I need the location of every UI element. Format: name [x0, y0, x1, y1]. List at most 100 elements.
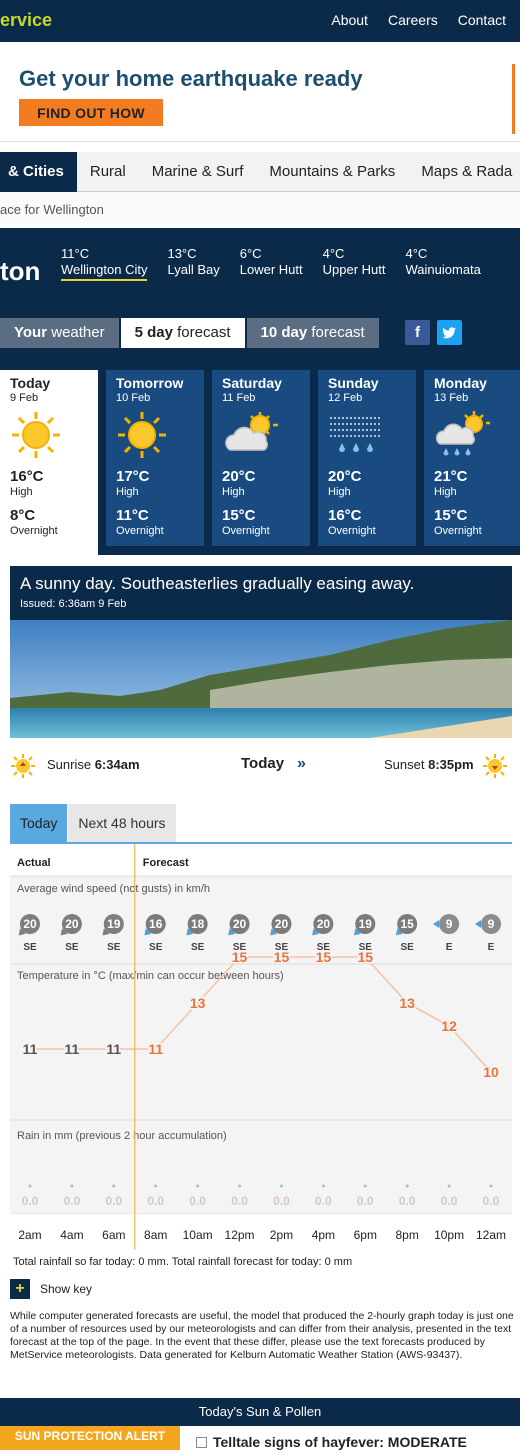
location-photo: [10, 620, 512, 738]
location-wellington-city[interactable]: 11°C Wellington City: [61, 246, 148, 281]
summary-headline: A sunny day. Southeasterlies gradually e…: [20, 574, 415, 593]
sunset-time: 8:35pm: [428, 757, 474, 772]
day-high-label: High: [222, 486, 245, 498]
forecast-label: Forecast: [143, 857, 189, 869]
sun-icon: [12, 412, 60, 458]
day-date: 11 Feb: [222, 392, 256, 404]
sun-times-row: Sunrise 6:34am Today » Sunset 8:35pm: [10, 750, 512, 780]
actual-label: Actual: [17, 857, 51, 869]
location-lyall-bay[interactable]: 13°C Lyall Bay: [167, 246, 219, 281]
sun-protection-alert: SUN PROTECTION ALERT: [0, 1426, 180, 1450]
facebook-share-icon[interactable]: f: [405, 320, 430, 345]
temperature-point-label: 10: [483, 1064, 499, 1080]
location-temp: 4°C: [405, 246, 428, 261]
rain-value-label: 0.0: [231, 1194, 248, 1208]
wind-direction-label: E: [446, 942, 453, 953]
temperature-point-label: 11: [106, 1041, 121, 1057]
wind-direction-label: SE: [191, 942, 205, 953]
location-upper-hutt[interactable]: 4°C Upper Hutt: [323, 246, 386, 281]
tab-maps-radar[interactable]: Maps & Rada: [408, 152, 520, 192]
five-day-strip: Today 9 Feb 16°C High 8°C Overnight Tomo…: [0, 348, 520, 555]
rain-dot: [112, 1184, 116, 1188]
rain-value-label: 0.0: [399, 1194, 416, 1208]
x-tick-label: 10am: [183, 1228, 213, 1242]
brand-logo[interactable]: ervice: [0, 10, 52, 31]
location-temp: 6°C: [239, 246, 262, 261]
day-low-label: Overnight: [222, 525, 270, 537]
sun-pollen-header: Today's Sun & Pollen: [0, 1398, 520, 1426]
rainfall-summary: Total rainfall so far today: 0 mm. Total…: [13, 1256, 353, 1268]
rain-dot: [447, 1184, 451, 1188]
day-card-today[interactable]: Today 9 Feb 16°C High 8°C Overnight: [0, 370, 98, 555]
show-key-button[interactable]: + Show key: [10, 1278, 92, 1300]
wind-marker: 20: [60, 914, 82, 936]
day-high: 17°C: [116, 468, 150, 485]
hourly-chart-svg: Actual Forecast Average wind speed (not gu…: [10, 844, 512, 1250]
day-low-label: Overnight: [434, 525, 482, 537]
rain-dot: [154, 1184, 158, 1188]
tab-your-weather[interactable]: Your weather: [0, 318, 119, 348]
hourly-chart: Actual Forecast Average wind speed (not gu…: [10, 842, 512, 1250]
wind-speed-label: 20: [317, 917, 331, 931]
tab-label: weather: [47, 324, 105, 341]
day-card-saturday[interactable]: Saturday 11 Feb 20°C High 15°C Overnight: [212, 370, 310, 546]
tab-next-48-hours[interactable]: Next 48 hours: [68, 804, 176, 842]
wind-speed-label: 9: [446, 917, 453, 931]
rain-value-label: 0.0: [357, 1194, 374, 1208]
disclaimer-text: While computer generated forecasts are u…: [10, 1310, 514, 1361]
nav-contact-link[interactable]: Contact: [458, 12, 506, 28]
tab-rural[interactable]: Rural: [77, 152, 139, 192]
x-tick-label: 8pm: [396, 1228, 419, 1242]
day-low-label: Overnight: [10, 525, 58, 537]
tab-today[interactable]: Today: [10, 804, 68, 842]
location-wainuiomata[interactable]: 4°C Wainuiomata: [406, 246, 481, 281]
rain-dot: [28, 1184, 32, 1188]
wind-speed-label: 9: [488, 917, 495, 931]
day-card-sunday[interactable]: Sunday 12 Feb 20°C High 16°C Overnight: [318, 370, 416, 546]
wind-speed-label: 15: [401, 917, 415, 931]
day-card-tomorrow[interactable]: Tomorrow 10 Feb 17°C High 11°C Overnight: [106, 370, 204, 546]
tab-mountains-parks[interactable]: Mountains & Parks: [256, 152, 408, 192]
day-high-label: High: [434, 486, 457, 498]
nav-about-link[interactable]: About: [331, 12, 368, 28]
nav-careers-link[interactable]: Careers: [388, 12, 438, 28]
rain-section-title: Rain in mm (previous 2 hour accumulation…: [17, 1130, 227, 1142]
tab-towns-cities[interactable]: & Cities: [0, 152, 77, 192]
tab-10-day-forecast[interactable]: 10 day forecast: [246, 318, 379, 348]
rain-dot: [489, 1184, 493, 1188]
day-date: 12 Feb: [328, 392, 363, 404]
wind-marker: 18: [186, 914, 208, 936]
location-name: Lower Hutt: [239, 262, 303, 277]
x-tick-label: 8am: [144, 1228, 167, 1242]
rain-dot: [279, 1184, 283, 1188]
next-day-chevron-icon[interactable]: »: [297, 755, 306, 773]
wind-marker: 9: [475, 914, 501, 934]
ad-headline: Get your home earthquake ready: [19, 66, 363, 91]
wind-direction-label: SE: [401, 942, 415, 953]
location-lower-hutt[interactable]: 6°C Lower Hutt: [240, 246, 303, 281]
hayfever-row[interactable]: Telltale signs of hayfever: MODERATE: [196, 1434, 467, 1450]
rain-dot: [405, 1184, 409, 1188]
wind-direction-arrow: [433, 920, 440, 928]
forecast-summary: A sunny day. Southeasterlies gradually e…: [10, 566, 512, 620]
day-high: 20°C: [328, 468, 362, 485]
x-tick-label: 6am: [102, 1228, 125, 1242]
wind-direction-label: SE: [107, 942, 121, 953]
day-high-label: High: [10, 486, 33, 498]
find-out-how-button[interactable]: FIND OUT HOW: [19, 99, 163, 126]
twitter-share-icon[interactable]: [437, 320, 462, 345]
tab-marine-surf[interactable]: Marine & Surf: [139, 152, 257, 192]
checkbox-icon[interactable]: [196, 1436, 207, 1448]
sunrise-text: Sunrise 6:34am: [47, 757, 140, 772]
sunset-text: Sunset 8:35pm: [384, 757, 474, 772]
day-high-label: High: [328, 486, 351, 498]
wind-speed-label: 20: [275, 917, 289, 931]
today-label: Today: [241, 755, 285, 772]
tab-5-day-forecast[interactable]: 5 day forecast: [120, 318, 245, 348]
wind-marker: 20: [18, 914, 40, 936]
day-low-label: Overnight: [328, 525, 376, 537]
ad-banner[interactable]: Get your home earthquake ready FIND OUT …: [0, 42, 520, 142]
day-card-monday[interactable]: Monday 13 Feb 21°C High 15°C Overnight: [424, 370, 520, 546]
wind-marker: 19: [102, 914, 124, 936]
rain-value-label: 0.0: [22, 1194, 39, 1208]
